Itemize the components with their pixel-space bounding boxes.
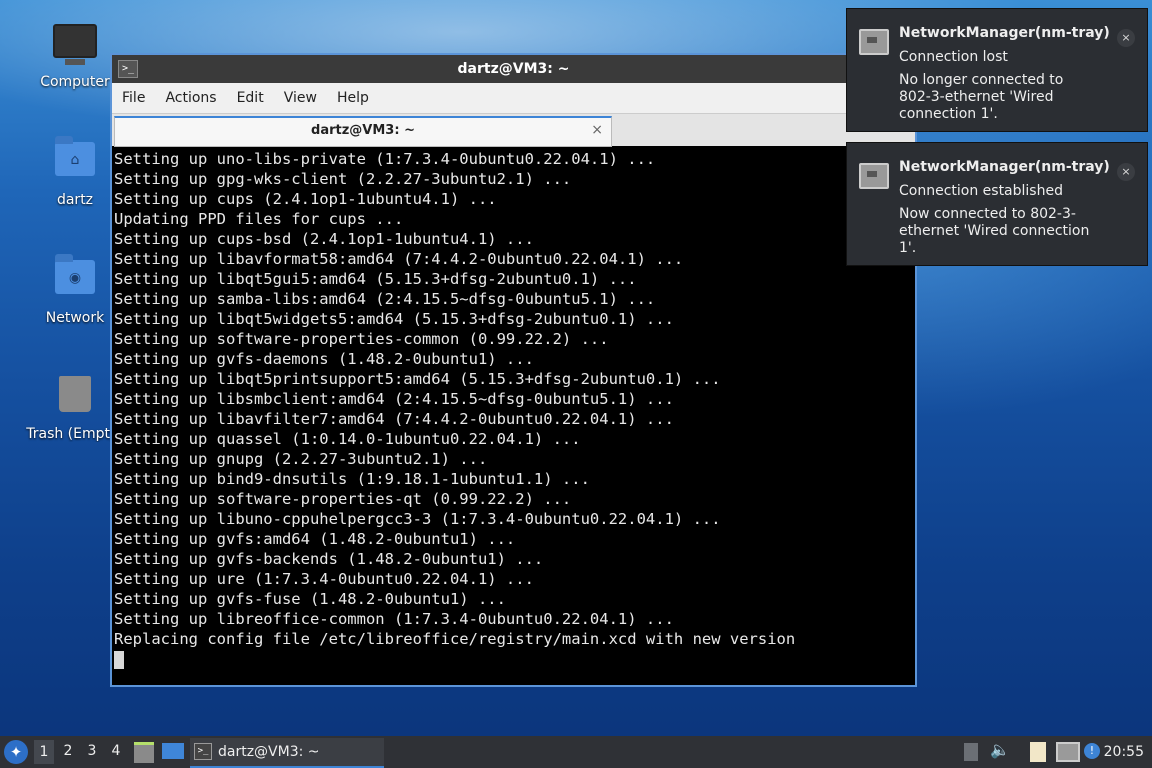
tab-bar: dartz@VM3: ~ × xyxy=(112,114,915,147)
menubar: File Actions Edit View Help xyxy=(112,83,915,114)
output-line: Setting up gvfs-fuse (1.48.2-0ubuntu1) .… xyxy=(114,590,506,608)
notification-body: Now connected to 802-3-ethernet 'Wired c… xyxy=(899,206,1090,256)
close-icon[interactable]: × xyxy=(591,122,603,138)
output-line: Setting up cups (2.4.1op1-1ubuntu4.1) ..… xyxy=(114,190,497,208)
output-line: Setting up libavfilter7:amd64 (7:4.4.2-0… xyxy=(114,410,674,428)
notification-summary: Connection lost xyxy=(899,49,1008,65)
network-icon[interactable] xyxy=(1056,742,1080,762)
output-line: Setting up gvfs-backends (1.48.2-0ubuntu… xyxy=(114,550,544,568)
network-folder-icon: ◉ xyxy=(53,254,97,304)
notification-connection-lost[interactable]: NetworkManager(nm-tray) Connection lost … xyxy=(846,8,1148,132)
output-line: Setting up gpg-wks-client (2.2.27-3ubunt… xyxy=(114,170,572,188)
show-desktop-icon[interactable] xyxy=(162,743,184,759)
output-line: Setting up samba-libs:amd64 (2:4.15.5~df… xyxy=(114,290,656,308)
notification-summary: Connection established xyxy=(899,183,1063,199)
workspace-2[interactable]: 2 xyxy=(58,743,78,759)
start-menu-icon[interactable]: ✦ xyxy=(4,740,28,764)
desktop-icon-home[interactable]: ⌂ dartz xyxy=(27,136,123,208)
output-line: Setting up software-properties-common (0… xyxy=(114,330,609,348)
output-line: Setting up gvfs:amd64 (1.48.2-0ubuntu1) … xyxy=(114,530,516,548)
terminal-icon: >_ xyxy=(194,743,212,760)
output-line: Setting up ure (1:7.3.4-0ubuntu0.22.04.1… xyxy=(114,570,534,588)
close-icon[interactable]: × xyxy=(1117,163,1135,181)
menu-help[interactable]: Help xyxy=(327,90,379,106)
taskbar-item-terminal[interactable]: >_ dartz@VM3: ~ xyxy=(190,738,384,768)
volume-icon[interactable]: 🔈 xyxy=(990,740,1010,760)
computer-icon xyxy=(53,24,97,68)
output-line: Setting up libqt5gui5:amd64 (5.15.3+dfsg… xyxy=(114,270,637,288)
update-notifier-icon[interactable]: ! xyxy=(1084,743,1100,759)
menu-edit[interactable]: Edit xyxy=(227,90,274,106)
terminal-window[interactable]: >_ dartz@VM3: ~ File Actions Edit View H… xyxy=(110,53,917,687)
terminal-output[interactable]: Setting up uno-libs-private (1:7.3.4-0ub… xyxy=(112,147,915,685)
notification-connection-established[interactable]: NetworkManager(nm-tray) Connection estab… xyxy=(846,142,1148,266)
output-line: Replacing config file /etc/libreoffice/r… xyxy=(114,630,796,648)
notification-app: NetworkManager(nm-tray) xyxy=(899,25,1110,41)
terminal-cursor xyxy=(114,651,124,669)
workspace-4[interactable]: 4 xyxy=(106,743,126,759)
trash-icon xyxy=(53,376,97,420)
output-line: Setting up libqt5printsupport5:amd64 (5.… xyxy=(114,370,721,388)
clock[interactable]: 20:55 xyxy=(1104,744,1144,760)
desktop-icon-computer[interactable]: Computer xyxy=(27,24,123,90)
keyboard-layout-icon[interactable] xyxy=(964,743,978,761)
menu-file[interactable]: File xyxy=(112,90,155,106)
output-line: Setting up quassel (1:0.14.0-1ubuntu0.22… xyxy=(114,430,581,448)
output-line: Setting up cups-bsd (2.4.1op1-1ubuntu4.1… xyxy=(114,230,534,248)
close-icon[interactable]: × xyxy=(1117,29,1135,47)
output-line: Setting up libsmbclient:amd64 (2:4.15.5~… xyxy=(114,390,674,408)
clipboard-icon[interactable] xyxy=(1030,742,1046,762)
output-line: Setting up gvfs-daemons (1.48.2-0ubuntu1… xyxy=(114,350,534,368)
output-line: Setting up software-properties-qt (0.99.… xyxy=(114,490,572,508)
desktop-icon-label: dartz xyxy=(56,192,94,208)
desktop-icon-network[interactable]: ◉ Network xyxy=(27,254,123,326)
network-wired-icon xyxy=(859,29,889,55)
output-line: Setting up libuno-cppuhelpergcc3-3 (1:7.… xyxy=(114,510,721,528)
window-titlebar[interactable]: >_ dartz@VM3: ~ xyxy=(112,55,915,83)
network-wired-icon xyxy=(859,163,889,189)
output-line: Setting up libqt5widgets5:amd64 (5.15.3+… xyxy=(114,310,674,328)
file-manager-icon[interactable] xyxy=(134,742,154,763)
home-folder-icon: ⌂ xyxy=(53,136,97,186)
output-line: Setting up libavformat58:amd64 (7:4.4.2-… xyxy=(114,250,684,268)
window-title: dartz@VM3: ~ xyxy=(457,61,570,77)
output-line: Setting up libreoffice-common (1:7.3.4-0… xyxy=(114,610,674,628)
notification-app: NetworkManager(nm-tray) xyxy=(899,159,1110,175)
output-line: Setting up uno-libs-private (1:7.3.4-0ub… xyxy=(114,150,656,168)
output-line: Updating PPD files for cups ... xyxy=(114,210,404,228)
notification-body: No longer connected to 802-3-ethernet 'W… xyxy=(899,72,1064,122)
menu-actions[interactable]: Actions xyxy=(155,90,226,106)
taskbar: ✦ 1 2 3 4 >_ dartz@VM3: ~ 🔈 ! 20:55 xyxy=(0,736,1152,768)
menu-view[interactable]: View xyxy=(274,90,327,106)
tab-terminal[interactable]: dartz@VM3: ~ × xyxy=(114,116,612,147)
desktop-icon-label: Computer xyxy=(40,74,110,90)
taskbar-item-label: dartz@VM3: ~ xyxy=(218,744,320,760)
workspace-3[interactable]: 3 xyxy=(82,743,102,759)
output-line: Setting up gnupg (2.2.27-3ubuntu2.1) ... xyxy=(114,450,488,468)
workspace-1[interactable]: 1 xyxy=(34,740,54,764)
output-line: Setting up bind9-dnsutils (1:9.18.1-1ubu… xyxy=(114,470,590,488)
desktop-icon-label: Network xyxy=(45,310,105,326)
tab-label: dartz@VM3: ~ xyxy=(311,123,415,138)
